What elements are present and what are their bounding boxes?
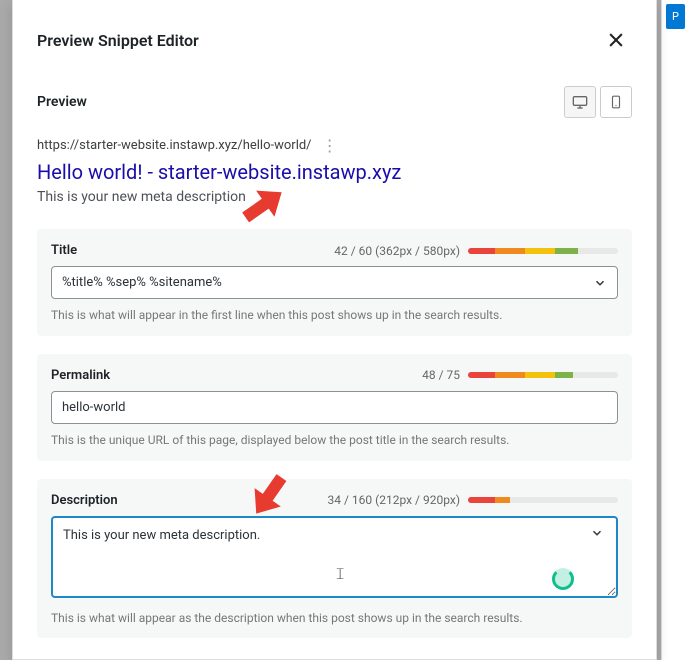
- permalink-input[interactable]: [51, 391, 618, 424]
- serp-preview: https://starter-website.instawp.xyz/hell…: [37, 138, 632, 223]
- preview-label: Preview: [37, 94, 87, 110]
- editor-right-strip: P: [661, 0, 689, 660]
- more-vert-icon[interactable]: ⋮: [322, 140, 338, 152]
- permalink-field-block: Permalink 48 / 75 This is the unique URL…: [37, 354, 632, 461]
- close-icon: [606, 30, 626, 50]
- serp-title: Hello world! - starter-website.instawp.x…: [37, 159, 632, 185]
- serp-url: https://starter-website.instawp.xyz/hell…: [37, 138, 312, 153]
- device-toggle: [564, 86, 632, 118]
- permalink-help: This is the unique URL of this page, dis…: [51, 432, 618, 449]
- title-label: Title: [51, 243, 77, 258]
- monitor-icon: [572, 94, 588, 110]
- title-field-head: Title 42 / 60 (362px / 580px): [51, 243, 618, 258]
- description-label: Description: [51, 493, 118, 508]
- permalink-length-bar: [468, 372, 618, 378]
- description-count: 34 / 160 (212px / 920px): [328, 493, 460, 507]
- description-input[interactable]: [51, 516, 618, 598]
- mobile-icon: [609, 94, 623, 110]
- publish-button-partial[interactable]: P: [666, 4, 685, 29]
- description-textarea-wrap: 𝙸: [51, 516, 618, 602]
- description-field-block: Description 34 / 160 (212px / 920px) 𝙸 T…: [37, 479, 632, 639]
- desktop-preview-button[interactable]: [564, 86, 596, 118]
- modal-title: Preview Snippet Editor: [37, 31, 199, 50]
- title-field-block: Title 42 / 60 (362px / 580px) %title% %s…: [37, 229, 632, 336]
- title-count: 42 / 60 (362px / 580px): [334, 244, 460, 258]
- chevron-down-icon: [593, 276, 607, 290]
- preview-snippet-modal: Preview Snippet Editor Preview https://s…: [12, 0, 657, 660]
- permalink-field-head: Permalink 48 / 75: [51, 368, 618, 383]
- modal-header: Preview Snippet Editor: [37, 24, 632, 56]
- title-input[interactable]: %title% %sep% %sitename%: [51, 266, 618, 299]
- description-field-head: Description 34 / 160 (212px / 920px): [51, 493, 618, 508]
- preview-row: Preview: [37, 86, 632, 118]
- serp-description: This is your new meta description: [37, 189, 632, 205]
- loading-spinner-icon: [552, 568, 574, 590]
- permalink-count: 48 / 75: [422, 368, 460, 382]
- permalink-label: Permalink: [51, 368, 110, 383]
- serp-url-row: https://starter-website.instawp.xyz/hell…: [37, 138, 632, 153]
- description-length-bar: [468, 497, 618, 503]
- title-length-bar: [468, 248, 618, 254]
- title-help: This is what will appear in the first li…: [51, 307, 618, 324]
- close-button[interactable]: [600, 24, 632, 56]
- mobile-preview-button[interactable]: [600, 86, 632, 118]
- title-input-value: %title% %sep% %sitename%: [62, 275, 222, 290]
- description-help: This is what will appear as the descript…: [51, 610, 618, 627]
